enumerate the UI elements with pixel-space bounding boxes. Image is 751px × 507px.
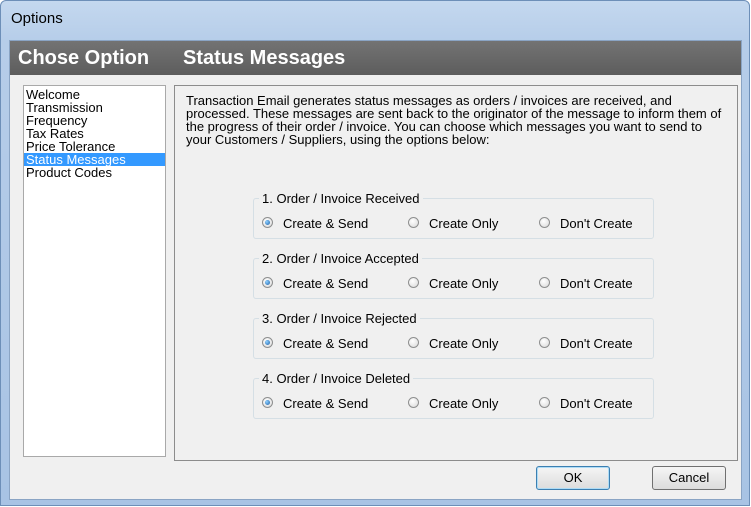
radio-checked-icon[interactable] — [262, 397, 273, 408]
group-legend: 2. Order / Invoice Accepted — [259, 251, 422, 266]
group-legend: 4. Order / Invoice Deleted — [259, 371, 414, 386]
description-text: Transaction Email generates status messa… — [186, 94, 726, 146]
header-right-title: Status Messages — [183, 47, 346, 69]
radio-unchecked-icon[interactable] — [539, 397, 550, 408]
group-invoice-accepted: 2. Order / Invoice Accepted Create & Sen… — [253, 251, 654, 299]
radio-checked-icon[interactable] — [262, 337, 273, 348]
radio-unchecked-icon[interactable] — [408, 337, 419, 348]
window-title: Options — [11, 10, 63, 27]
radio-label: Create Only — [429, 396, 499, 411]
group-invoice-deleted: 4. Order / Invoice Deleted Create & Send… — [253, 371, 654, 419]
group-legend: 1. Order / Invoice Received — [259, 191, 423, 206]
radio-label: Create Only — [429, 216, 499, 231]
radio-label: Don't Create — [560, 276, 633, 291]
radio-checked-icon[interactable] — [262, 217, 273, 228]
radio-unchecked-icon[interactable] — [539, 277, 550, 288]
radio-unchecked-icon[interactable] — [408, 397, 419, 408]
radio-label: Create Only — [429, 276, 499, 291]
group-invoice-received: 1. Order / Invoice Received Create & Sen… — [253, 191, 654, 239]
radio-label: Create & Send — [283, 336, 369, 351]
options-window: Options Chose Option Status Messages Wel… — [0, 0, 750, 506]
radio-unchecked-icon[interactable] — [408, 217, 419, 228]
radio-unchecked-icon[interactable] — [539, 337, 550, 348]
radio-label: Don't Create — [560, 216, 633, 231]
radio-label: Create Only — [429, 336, 499, 351]
radio-label: Create & Send — [283, 396, 369, 411]
radio-label: Create & Send — [283, 216, 369, 231]
radio-label: Don't Create — [560, 396, 633, 411]
ok-button[interactable]: OK — [536, 466, 610, 490]
radio-label: Create & Send — [283, 276, 369, 291]
radio-label: Don't Create — [560, 336, 633, 351]
header-bar: Chose Option Status Messages — [10, 41, 741, 75]
group-legend: 3. Order / Invoice Rejected — [259, 311, 420, 326]
radio-checked-icon[interactable] — [262, 277, 273, 288]
options-nav-list[interactable]: Welcome Transmission Frequency Tax Rates… — [23, 85, 166, 457]
radio-unchecked-icon[interactable] — [408, 277, 419, 288]
nav-item-product-codes[interactable]: Product Codes — [24, 166, 165, 179]
cancel-button[interactable]: Cancel — [652, 466, 726, 490]
radio-unchecked-icon[interactable] — [539, 217, 550, 228]
status-messages-panel: Transaction Email generates status messa… — [174, 85, 738, 461]
group-invoice-rejected: 3. Order / Invoice Rejected Create & Sen… — [253, 311, 654, 359]
description-line: your Customers / Suppliers, using the op… — [186, 132, 490, 147]
header-left-title: Chose Option — [18, 47, 150, 69]
dialog-client-area: Chose Option Status Messages Welcome Tra… — [9, 40, 742, 500]
